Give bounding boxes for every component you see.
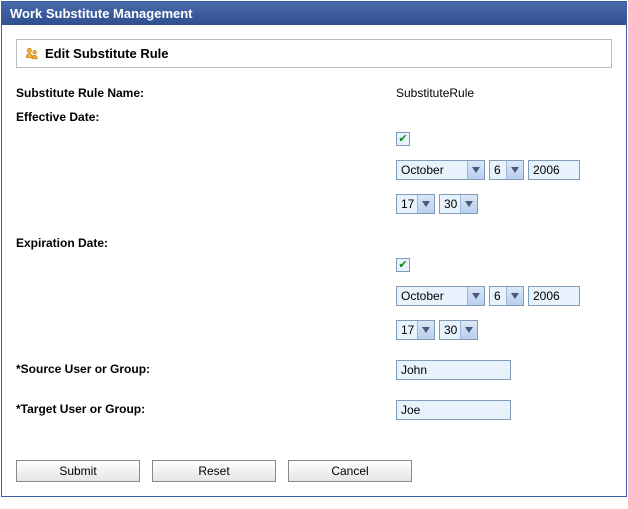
effective-minute-select[interactable]: 30 <box>439 194 478 214</box>
effective-day-select[interactable]: 6 <box>489 160 524 180</box>
effective-year-input[interactable] <box>528 160 580 180</box>
expiration-date-controls: ✔ October 6 17 30 <box>396 258 612 340</box>
reset-button[interactable]: Reset <box>152 460 276 482</box>
buttons-row: Submit Reset Cancel <box>16 460 612 482</box>
expiration-month-value: October <box>397 287 467 305</box>
label-effective-date: Effective Date: <box>16 108 396 124</box>
label-source: *Source User or Group: <box>16 360 396 376</box>
cancel-button[interactable]: Cancel <box>288 460 412 482</box>
expiration-minute-value: 30 <box>440 321 460 339</box>
effective-date-controls: ✔ October 6 17 30 <box>396 132 612 214</box>
window-titlebar: Work Substitute Management <box>2 2 626 25</box>
content-area: Edit Substitute Rule Substitute Rule Nam… <box>2 25 626 496</box>
effective-date-checkbox[interactable]: ✔ <box>396 132 410 146</box>
check-icon: ✔ <box>398 134 407 145</box>
expiration-date-checkbox[interactable]: ✔ <box>396 258 410 272</box>
chevron-down-icon <box>506 161 523 179</box>
expiration-day-value: 6 <box>490 287 506 305</box>
row-expiration-date-label: Expiration Date: <box>16 234 612 250</box>
panel-header: Edit Substitute Rule <box>16 39 612 68</box>
source-input[interactable] <box>396 360 511 380</box>
expiration-hour-select[interactable]: 17 <box>396 320 435 340</box>
chevron-down-icon <box>460 321 477 339</box>
chevron-down-icon <box>467 287 484 305</box>
window-title: Work Substitute Management <box>10 6 193 21</box>
label-target: *Target User or Group: <box>16 400 396 416</box>
chevron-down-icon <box>506 287 523 305</box>
submit-button[interactable]: Submit <box>16 460 140 482</box>
row-source: *Source User or Group: <box>16 360 612 380</box>
row-effective-date-label: Effective Date: <box>16 108 612 124</box>
chevron-down-icon <box>417 321 434 339</box>
label-expiration-date: Expiration Date: <box>16 234 396 250</box>
effective-month-select[interactable]: October <box>396 160 485 180</box>
effective-day-value: 6 <box>490 161 506 179</box>
panel-title: Edit Substitute Rule <box>45 46 169 61</box>
check-icon: ✔ <box>398 260 407 271</box>
expiration-hour-value: 17 <box>397 321 417 339</box>
expiration-day-select[interactable]: 6 <box>489 286 524 306</box>
effective-month-value: October <box>397 161 467 179</box>
chevron-down-icon <box>417 195 434 213</box>
expiration-year-input[interactable] <box>528 286 580 306</box>
expiration-month-select[interactable]: October <box>396 286 485 306</box>
row-target: *Target User or Group: <box>16 400 612 420</box>
chevron-down-icon <box>460 195 477 213</box>
users-icon <box>25 47 39 61</box>
app-window: Work Substitute Management Edit Substitu… <box>1 1 627 497</box>
value-rule-name: SubstituteRule <box>396 84 612 100</box>
effective-hour-value: 17 <box>397 195 417 213</box>
chevron-down-icon <box>467 161 484 179</box>
effective-minute-value: 30 <box>440 195 460 213</box>
target-input[interactable] <box>396 400 511 420</box>
row-rule-name: Substitute Rule Name: SubstituteRule <box>16 84 612 100</box>
expiration-minute-select[interactable]: 30 <box>439 320 478 340</box>
effective-hour-select[interactable]: 17 <box>396 194 435 214</box>
label-rule-name: Substitute Rule Name: <box>16 84 396 100</box>
